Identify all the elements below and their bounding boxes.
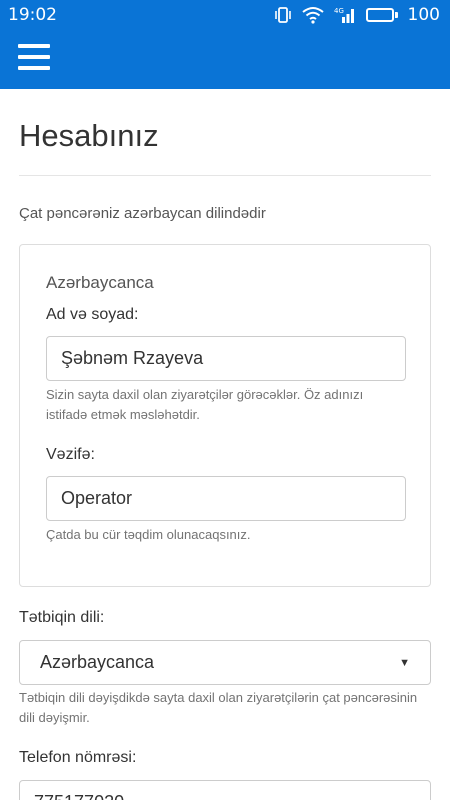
panel-heading: Azərbaycanca <box>46 273 154 292</box>
page-subtitle: Çat pəncərəniz azərbaycan dilindədir <box>19 205 266 222</box>
app-language-label: Tətbiqin dili: <box>19 609 105 626</box>
position-label: Vəzifə: <box>46 446 95 463</box>
status-icons: 4G 100 <box>274 5 440 25</box>
phone-field[interactable]: 775177020 <box>19 780 431 800</box>
app-language-selected: Azərbaycanca <box>40 652 155 672</box>
battery-icon <box>365 7 398 22</box>
network-label: 4G <box>334 7 344 15</box>
vibrate-icon <box>274 6 292 24</box>
status-bar: 19:02 4G 100 <box>0 0 450 29</box>
name-field[interactable]: Şəbnəm Rzayeva <box>46 336 406 381</box>
app-bar <box>0 29 450 89</box>
chevron-down-icon: ▼ <box>399 656 410 669</box>
position-help-text: Çatda bu cür təqdim olunacaqsınız. <box>46 527 251 542</box>
battery-percent: 100 <box>407 4 440 25</box>
name-label: Ad və soyad: <box>46 306 139 323</box>
name-help-text: Sizin sayta daxil olan ziyarətçilər görə… <box>46 387 364 422</box>
hamburger-menu-icon[interactable] <box>18 42 50 72</box>
language-panel: Azərbaycanca Ad və soyad: Şəbnəm Rzayeva… <box>19 244 431 587</box>
signal-icon: 4G <box>334 6 356 24</box>
status-time: 19:02 <box>8 4 57 25</box>
app-language-help-text: Tətbiqin dili dəyişdikdə sayta daxil ola… <box>19 690 418 725</box>
wifi-icon <box>301 6 324 24</box>
app-language-select[interactable]: Azərbaycanca ▼ <box>19 640 431 685</box>
title-divider <box>19 175 431 176</box>
page-title: Hesabınız <box>19 118 159 153</box>
position-field[interactable]: Operator <box>46 476 406 521</box>
phone-label: Telefon nömrəsi: <box>19 749 137 766</box>
